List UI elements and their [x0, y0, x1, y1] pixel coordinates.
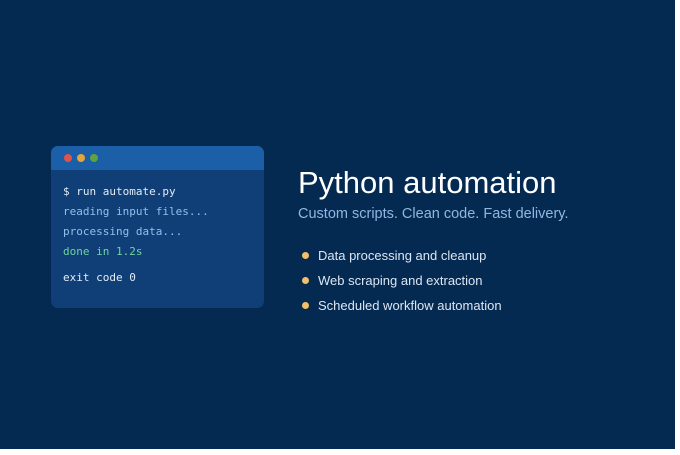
feature-list: Data processing and cleanup Web scraping…	[302, 243, 502, 318]
feature-item: Data processing and cleanup	[302, 243, 502, 268]
feature-item: Scheduled workflow automation	[302, 293, 502, 318]
terminal-titlebar	[51, 146, 264, 170]
terminal-output-line: processing data...	[63, 225, 183, 238]
bullet-icon	[302, 252, 309, 259]
banner-canvas: $ run automate.py reading input files...…	[0, 0, 675, 449]
terminal-success-line: done in 1.2s	[63, 245, 143, 258]
terminal-command-line: $ run automate.py	[63, 185, 176, 198]
feature-label: Data processing and cleanup	[318, 248, 487, 263]
bullet-icon	[302, 302, 309, 309]
terminal-output: $ run automate.py reading input files...…	[51, 170, 264, 288]
page-title: Python automation	[298, 165, 557, 200]
maximize-dot-icon	[90, 154, 98, 162]
feature-item: Web scraping and extraction	[302, 268, 502, 293]
feature-label: Web scraping and extraction	[318, 273, 483, 288]
bullet-icon	[302, 277, 309, 284]
terminal-exit-line: exit code 0	[63, 271, 136, 284]
terminal-output-line: reading input files...	[63, 205, 209, 218]
feature-label: Scheduled workflow automation	[318, 298, 502, 313]
minimize-dot-icon	[77, 154, 85, 162]
terminal-window: $ run automate.py reading input files...…	[51, 146, 264, 308]
page-subtitle: Custom scripts. Clean code. Fast deliver…	[298, 206, 569, 222]
close-dot-icon	[64, 154, 72, 162]
